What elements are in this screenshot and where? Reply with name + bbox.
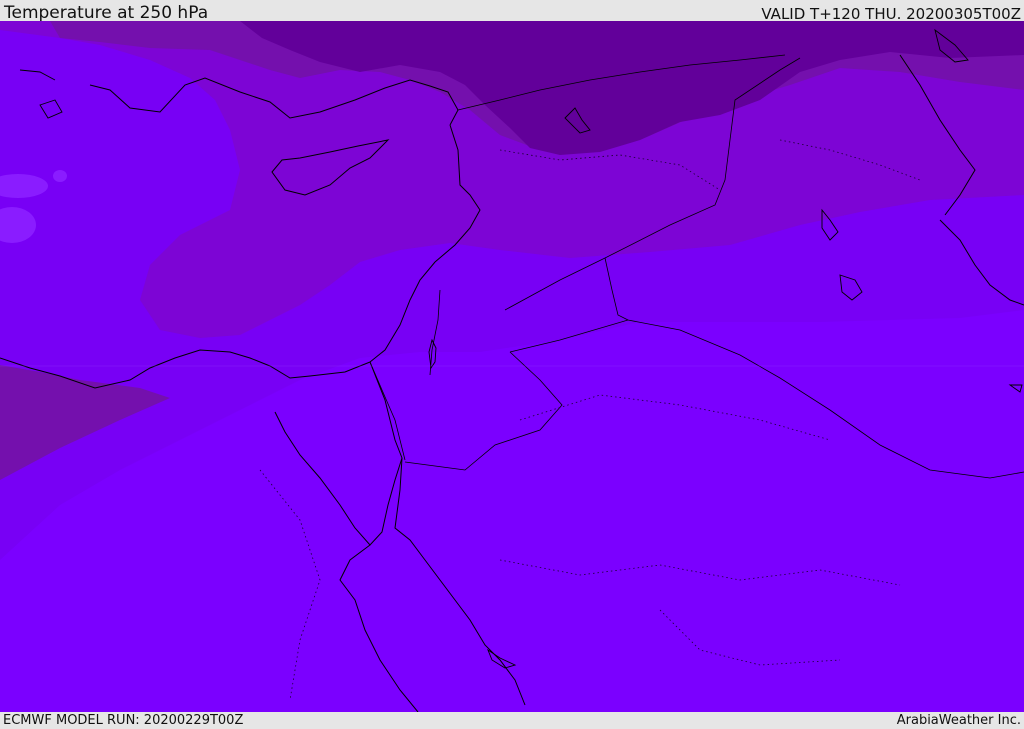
header-bar: Temperature at 250 hPa VALID T+120 THU. … bbox=[0, 0, 1024, 23]
map-canvas[interactable] bbox=[0, 21, 1024, 712]
model-run-label: ECMWF MODEL RUN: 20200229T00Z bbox=[3, 713, 244, 728]
footer-bar: ECMWF MODEL RUN: 20200229T00Z ArabiaWeat… bbox=[0, 712, 1024, 729]
map-panel[interactable] bbox=[0, 21, 1024, 712]
warm-pocket bbox=[53, 170, 67, 182]
credit-label: ArabiaWeather Inc. bbox=[896, 713, 1021, 728]
map-title: Temperature at 250 hPa bbox=[4, 3, 209, 23]
